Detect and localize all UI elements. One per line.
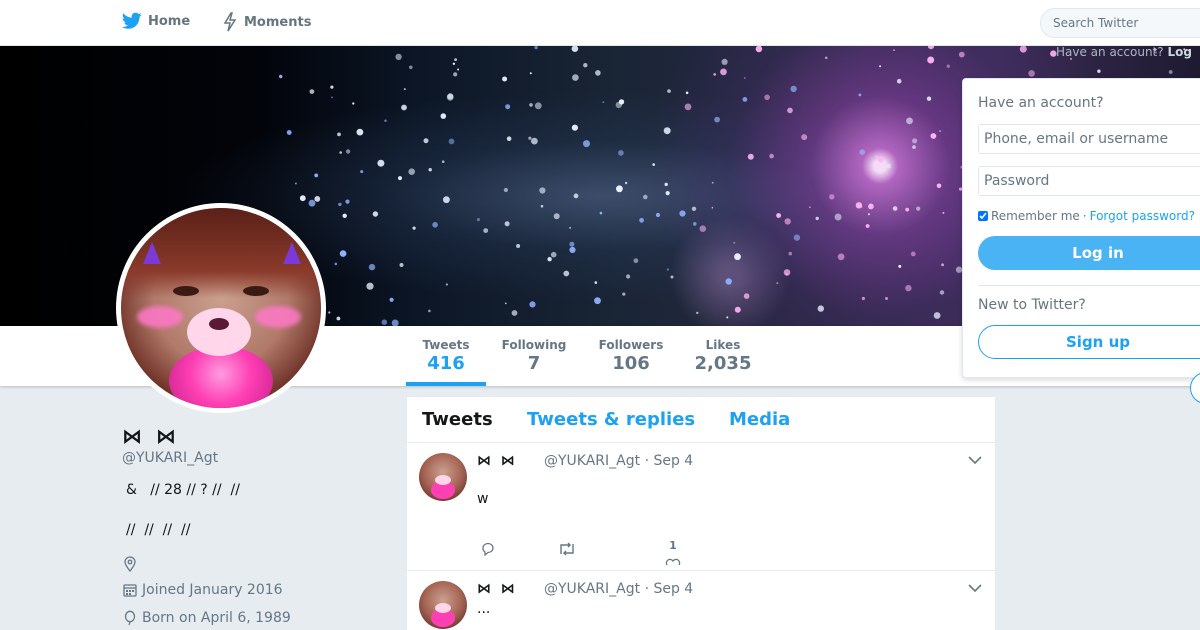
profile-born: Born on April 6, 1989 [122,610,291,626]
tweet-author-name[interactable]: ⋈ ⋈ [477,581,515,597]
nav-home[interactable]: Home [122,12,190,30]
password-field[interactable] [978,166,1200,196]
new-to-twitter-label: New to Twitter? [978,297,1086,313]
tweet-text: w [477,491,489,507]
profile-name[interactable]: ⋈ ￼￼￼￼￼ ⋈ [122,424,176,448]
search-input[interactable] [1040,8,1200,38]
tweet-item[interactable]: ⋈ ⋈ @YUKARI_Agt · Sep 4 ... [407,571,995,630]
balloon-icon [124,610,136,626]
username-field[interactable] [978,124,1200,154]
profile-bio-line: & // 28 // ? // // [126,482,240,498]
separator-dot: · [1082,209,1087,223]
tab-media[interactable]: Media [729,409,790,430]
tab-tweets[interactable]: Tweets [422,409,493,430]
chevron-down-icon[interactable] [968,583,982,593]
stat-likes[interactable]: Likes 2,035 [686,338,760,374]
profile-handle[interactable]: @YUKARI_Agt [122,450,218,466]
remember-me-label[interactable]: Remember me [991,209,1080,223]
profile-avatar[interactable] [116,203,326,413]
profile-born-text: Born on April 6, 1989 [142,610,291,626]
stat-tweets-value: 416 [427,353,465,374]
calendar-icon [123,584,137,597]
twitter-bird-icon [122,12,142,29]
stat-following-label: Following [501,338,567,352]
tweet-meta[interactable]: @YUKARI_Agt · Sep 4 [544,581,693,597]
timeline-tabs: Tweets Tweets & replies Media [407,397,995,443]
forgot-password-link[interactable]: Forgot password? [1090,209,1195,223]
stat-followers-label: Followers [598,338,664,352]
profile-bio-line: // // // // [126,522,191,538]
tab-tweets-and-replies[interactable]: Tweets & replies [527,409,695,430]
tweet-avatar[interactable] [419,581,467,629]
stat-followers-value: 106 [612,353,650,374]
nav-home-label: Home [148,13,191,29]
remember-me-checkbox[interactable] [978,211,988,221]
login-button[interactable]: Log in [978,236,1200,270]
chevron-down-icon[interactable] [968,455,982,465]
heart-icon [665,558,681,566]
top-navigation: Home Moments [0,0,1200,46]
stat-likes-value: 2,035 [694,353,752,374]
stat-followers[interactable]: Followers 106 [592,338,670,374]
stat-tweets[interactable]: Tweets 416 [406,338,486,374]
stat-tweets-label: Tweets [422,338,470,352]
reply-icon[interactable] [480,541,496,557]
tweet-item[interactable]: ⋈ ⋈ @YUKARI_Agt · Sep 4 w 1 [407,443,995,571]
login-hint-link[interactable]: Log [1167,45,1191,59]
login-title: Have an account? [978,95,1104,111]
stat-likes-label: Likes [705,338,741,352]
profile-joined-text: Joined January 2016 [142,582,283,598]
avatar-image [121,208,321,408]
like-action[interactable]: 1 [663,539,683,571]
retweet-icon[interactable] [557,541,577,557]
like-count: 1 [669,539,677,552]
tweet-author-name[interactable]: ⋈ ⋈ [477,453,515,469]
divider [978,285,1200,286]
tweet-timeline: Tweets Tweets & replies Media ⋈ ⋈ @YUKAR… [407,397,995,630]
login-hint-text: Have an account? [1056,45,1164,59]
tweet-meta[interactable]: @YUKARI_Agt · Sep 4 [544,453,693,469]
stat-following[interactable]: Following 7 [496,338,572,374]
lightning-icon [223,12,237,32]
tweet-avatar[interactable] [419,453,467,501]
profile-location [122,556,138,572]
nav-moments[interactable]: Moments [222,12,311,32]
tweet-text: ... [477,601,491,617]
stat-following-value: 7 [527,353,541,374]
signup-button[interactable]: Sign up [978,325,1200,359]
login-hint[interactable]: Have an account? Log [1056,45,1192,59]
remember-row: Remember me · Forgot password? [978,209,1195,223]
login-dropdown: Have an account? Remember me · Forgot pa… [962,78,1200,378]
profile-joined: Joined January 2016 [122,582,283,598]
location-pin-icon [124,556,136,572]
active-tab-underline [406,382,486,386]
nav-moments-label: Moments [244,14,312,30]
